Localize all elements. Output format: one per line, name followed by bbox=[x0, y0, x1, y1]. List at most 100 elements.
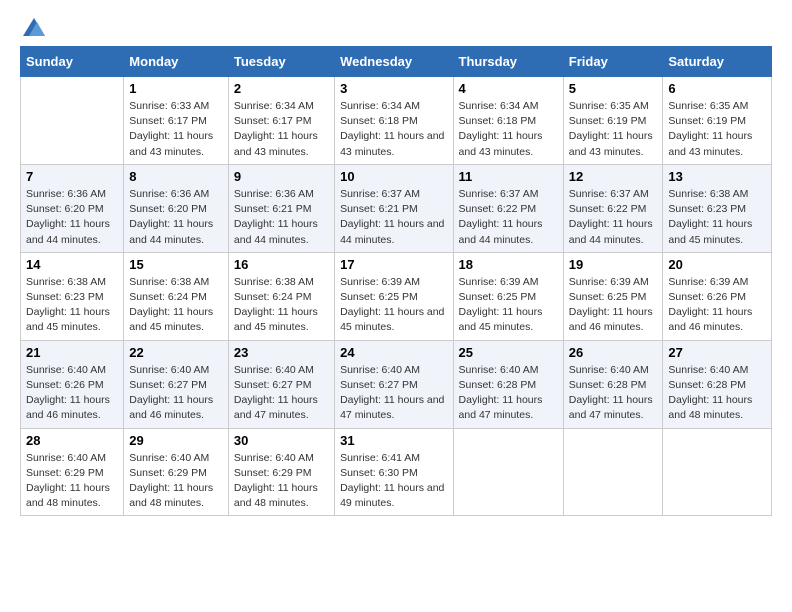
day-number: 20 bbox=[668, 257, 766, 272]
day-info: Sunrise: 6:39 AMSunset: 6:25 PMDaylight:… bbox=[569, 275, 658, 336]
day-info: Sunrise: 6:34 AMSunset: 6:17 PMDaylight:… bbox=[234, 99, 329, 160]
day-number: 12 bbox=[569, 169, 658, 184]
calendar-cell: 30 Sunrise: 6:40 AMSunset: 6:29 PMDaylig… bbox=[228, 428, 334, 516]
day-number: 3 bbox=[340, 81, 447, 96]
day-number: 7 bbox=[26, 169, 118, 184]
calendar-cell: 18 Sunrise: 6:39 AMSunset: 6:25 PMDaylig… bbox=[453, 252, 563, 340]
day-number: 28 bbox=[26, 433, 118, 448]
calendar-cell: 26 Sunrise: 6:40 AMSunset: 6:28 PMDaylig… bbox=[563, 340, 663, 428]
day-number: 29 bbox=[129, 433, 223, 448]
calendar-cell bbox=[21, 77, 124, 165]
day-number: 26 bbox=[569, 345, 658, 360]
calendar-cell: 2 Sunrise: 6:34 AMSunset: 6:17 PMDayligh… bbox=[228, 77, 334, 165]
calendar-cell: 31 Sunrise: 6:41 AMSunset: 6:30 PMDaylig… bbox=[335, 428, 453, 516]
logo-icon bbox=[23, 18, 45, 36]
day-number: 31 bbox=[340, 433, 447, 448]
calendar-cell bbox=[563, 428, 663, 516]
calendar-cell: 14 Sunrise: 6:38 AMSunset: 6:23 PMDaylig… bbox=[21, 252, 124, 340]
calendar-cell: 20 Sunrise: 6:39 AMSunset: 6:26 PMDaylig… bbox=[663, 252, 772, 340]
calendar-cell: 8 Sunrise: 6:36 AMSunset: 6:20 PMDayligh… bbox=[124, 164, 229, 252]
day-number: 9 bbox=[234, 169, 329, 184]
week-row-1: 1 Sunrise: 6:33 AMSunset: 6:17 PMDayligh… bbox=[21, 77, 772, 165]
day-number: 18 bbox=[459, 257, 558, 272]
calendar-cell: 6 Sunrise: 6:35 AMSunset: 6:19 PMDayligh… bbox=[663, 77, 772, 165]
calendar-cell: 12 Sunrise: 6:37 AMSunset: 6:22 PMDaylig… bbox=[563, 164, 663, 252]
day-info: Sunrise: 6:38 AMSunset: 6:24 PMDaylight:… bbox=[234, 275, 329, 336]
day-number: 10 bbox=[340, 169, 447, 184]
day-number: 21 bbox=[26, 345, 118, 360]
logo bbox=[20, 20, 45, 36]
calendar-cell: 11 Sunrise: 6:37 AMSunset: 6:22 PMDaylig… bbox=[453, 164, 563, 252]
day-info: Sunrise: 6:41 AMSunset: 6:30 PMDaylight:… bbox=[340, 451, 447, 512]
day-info: Sunrise: 6:37 AMSunset: 6:22 PMDaylight:… bbox=[569, 187, 658, 248]
calendar-cell: 9 Sunrise: 6:36 AMSunset: 6:21 PMDayligh… bbox=[228, 164, 334, 252]
weekday-header-tuesday: Tuesday bbox=[228, 47, 334, 77]
day-number: 2 bbox=[234, 81, 329, 96]
day-number: 17 bbox=[340, 257, 447, 272]
day-info: Sunrise: 6:39 AMSunset: 6:25 PMDaylight:… bbox=[340, 275, 447, 336]
day-info: Sunrise: 6:40 AMSunset: 6:28 PMDaylight:… bbox=[668, 363, 766, 424]
calendar-cell: 22 Sunrise: 6:40 AMSunset: 6:27 PMDaylig… bbox=[124, 340, 229, 428]
calendar-cell bbox=[453, 428, 563, 516]
weekday-header-thursday: Thursday bbox=[453, 47, 563, 77]
calendar-cell: 16 Sunrise: 6:38 AMSunset: 6:24 PMDaylig… bbox=[228, 252, 334, 340]
day-info: Sunrise: 6:40 AMSunset: 6:28 PMDaylight:… bbox=[569, 363, 658, 424]
calendar-cell: 29 Sunrise: 6:40 AMSunset: 6:29 PMDaylig… bbox=[124, 428, 229, 516]
calendar-cell: 15 Sunrise: 6:38 AMSunset: 6:24 PMDaylig… bbox=[124, 252, 229, 340]
day-info: Sunrise: 6:40 AMSunset: 6:26 PMDaylight:… bbox=[26, 363, 118, 424]
day-number: 30 bbox=[234, 433, 329, 448]
weekday-header-row: SundayMondayTuesdayWednesdayThursdayFrid… bbox=[21, 47, 772, 77]
calendar-cell: 21 Sunrise: 6:40 AMSunset: 6:26 PMDaylig… bbox=[21, 340, 124, 428]
week-row-4: 21 Sunrise: 6:40 AMSunset: 6:26 PMDaylig… bbox=[21, 340, 772, 428]
calendar-table: SundayMondayTuesdayWednesdayThursdayFrid… bbox=[20, 46, 772, 516]
weekday-header-monday: Monday bbox=[124, 47, 229, 77]
day-info: Sunrise: 6:40 AMSunset: 6:29 PMDaylight:… bbox=[234, 451, 329, 512]
week-row-5: 28 Sunrise: 6:40 AMSunset: 6:29 PMDaylig… bbox=[21, 428, 772, 516]
day-number: 5 bbox=[569, 81, 658, 96]
day-info: Sunrise: 6:34 AMSunset: 6:18 PMDaylight:… bbox=[340, 99, 447, 160]
day-info: Sunrise: 6:40 AMSunset: 6:29 PMDaylight:… bbox=[26, 451, 118, 512]
day-number: 25 bbox=[459, 345, 558, 360]
day-number: 1 bbox=[129, 81, 223, 96]
day-info: Sunrise: 6:40 AMSunset: 6:27 PMDaylight:… bbox=[129, 363, 223, 424]
day-number: 4 bbox=[459, 81, 558, 96]
calendar-cell: 5 Sunrise: 6:35 AMSunset: 6:19 PMDayligh… bbox=[563, 77, 663, 165]
week-row-2: 7 Sunrise: 6:36 AMSunset: 6:20 PMDayligh… bbox=[21, 164, 772, 252]
day-info: Sunrise: 6:37 AMSunset: 6:21 PMDaylight:… bbox=[340, 187, 447, 248]
day-number: 13 bbox=[668, 169, 766, 184]
day-info: Sunrise: 6:37 AMSunset: 6:22 PMDaylight:… bbox=[459, 187, 558, 248]
day-number: 6 bbox=[668, 81, 766, 96]
calendar-cell: 7 Sunrise: 6:36 AMSunset: 6:20 PMDayligh… bbox=[21, 164, 124, 252]
page-header bbox=[20, 20, 772, 36]
day-info: Sunrise: 6:39 AMSunset: 6:25 PMDaylight:… bbox=[459, 275, 558, 336]
day-number: 11 bbox=[459, 169, 558, 184]
day-info: Sunrise: 6:36 AMSunset: 6:20 PMDaylight:… bbox=[129, 187, 223, 248]
calendar-cell bbox=[663, 428, 772, 516]
day-info: Sunrise: 6:36 AMSunset: 6:21 PMDaylight:… bbox=[234, 187, 329, 248]
weekday-header-saturday: Saturday bbox=[663, 47, 772, 77]
calendar-cell: 13 Sunrise: 6:38 AMSunset: 6:23 PMDaylig… bbox=[663, 164, 772, 252]
day-info: Sunrise: 6:36 AMSunset: 6:20 PMDaylight:… bbox=[26, 187, 118, 248]
day-number: 16 bbox=[234, 257, 329, 272]
day-number: 19 bbox=[569, 257, 658, 272]
day-info: Sunrise: 6:38 AMSunset: 6:24 PMDaylight:… bbox=[129, 275, 223, 336]
calendar-cell: 24 Sunrise: 6:40 AMSunset: 6:27 PMDaylig… bbox=[335, 340, 453, 428]
calendar-cell: 10 Sunrise: 6:37 AMSunset: 6:21 PMDaylig… bbox=[335, 164, 453, 252]
day-number: 14 bbox=[26, 257, 118, 272]
calendar-cell: 27 Sunrise: 6:40 AMSunset: 6:28 PMDaylig… bbox=[663, 340, 772, 428]
calendar-cell: 28 Sunrise: 6:40 AMSunset: 6:29 PMDaylig… bbox=[21, 428, 124, 516]
calendar-cell: 19 Sunrise: 6:39 AMSunset: 6:25 PMDaylig… bbox=[563, 252, 663, 340]
day-info: Sunrise: 6:40 AMSunset: 6:27 PMDaylight:… bbox=[234, 363, 329, 424]
day-info: Sunrise: 6:40 AMSunset: 6:28 PMDaylight:… bbox=[459, 363, 558, 424]
day-info: Sunrise: 6:40 AMSunset: 6:27 PMDaylight:… bbox=[340, 363, 447, 424]
calendar-cell: 3 Sunrise: 6:34 AMSunset: 6:18 PMDayligh… bbox=[335, 77, 453, 165]
day-info: Sunrise: 6:38 AMSunset: 6:23 PMDaylight:… bbox=[26, 275, 118, 336]
week-row-3: 14 Sunrise: 6:38 AMSunset: 6:23 PMDaylig… bbox=[21, 252, 772, 340]
day-info: Sunrise: 6:39 AMSunset: 6:26 PMDaylight:… bbox=[668, 275, 766, 336]
day-number: 27 bbox=[668, 345, 766, 360]
day-number: 15 bbox=[129, 257, 223, 272]
day-number: 22 bbox=[129, 345, 223, 360]
day-number: 8 bbox=[129, 169, 223, 184]
calendar-cell: 1 Sunrise: 6:33 AMSunset: 6:17 PMDayligh… bbox=[124, 77, 229, 165]
day-info: Sunrise: 6:38 AMSunset: 6:23 PMDaylight:… bbox=[668, 187, 766, 248]
